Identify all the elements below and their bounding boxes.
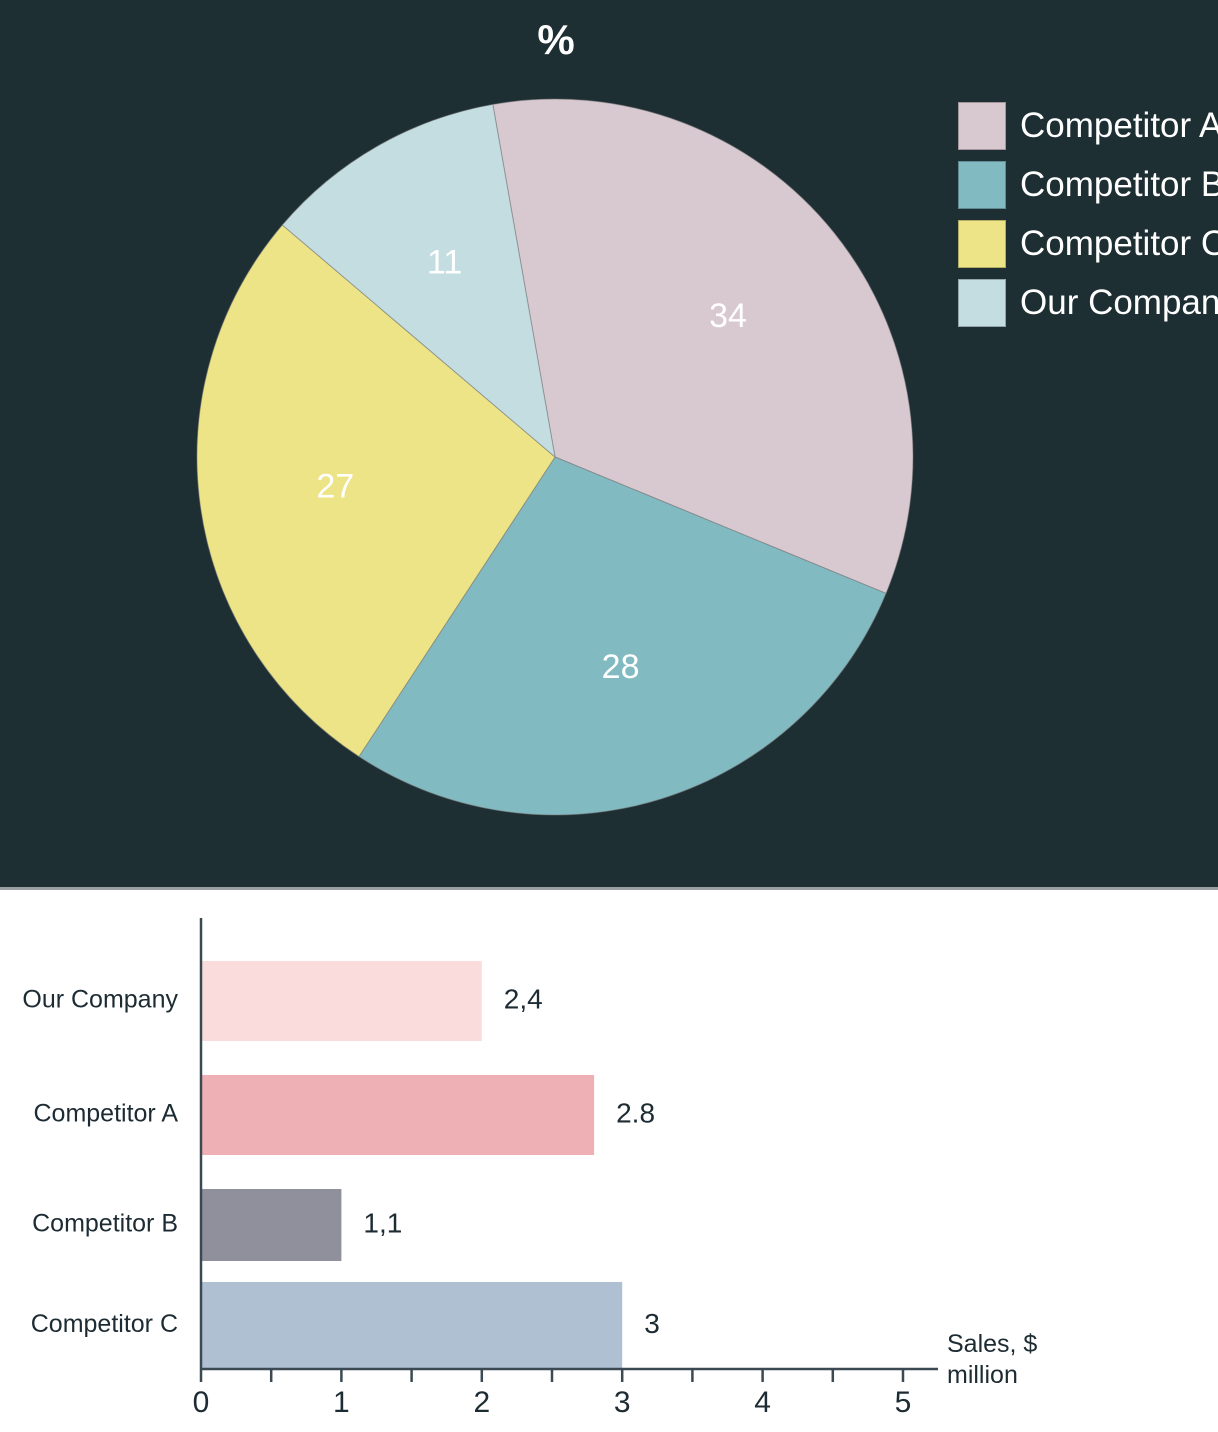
- bar-value-label: 2.8: [616, 1097, 655, 1128]
- pie-slice-value-label: 34: [709, 297, 747, 335]
- pie-slice-value-label: 27: [316, 468, 354, 506]
- legend-swatch-icon: [958, 160, 1006, 209]
- x-axis-tick-label: 1: [333, 1386, 350, 1419]
- pie-slice-value-label: 28: [602, 648, 640, 686]
- legend-swatch-icon: [958, 219, 1006, 268]
- pie-chart-title: %: [537, 16, 575, 63]
- x-axis-title-line1: Sales, $: [947, 1330, 1037, 1358]
- legend-item[interactable]: Competitor B: [958, 155, 1218, 214]
- x-axis-tick-label: 0: [193, 1386, 210, 1419]
- pie-chart-graphic: 34 28 27 11: [196, 98, 914, 816]
- pie-chart-legend: Competitor A Competitor B Competitor C Our …: [958, 96, 1218, 332]
- legend-swatch-icon: [958, 278, 1006, 327]
- legend-item-label: Competitor B: [1020, 165, 1218, 204]
- legend-item[interactable]: Our Company: [958, 273, 1218, 332]
- legend-item-label: Competitor C: [1020, 224, 1218, 263]
- x-axis-title-line2: million: [947, 1361, 1018, 1389]
- bar-tick-labels: 0 1 2 3 4 5: [193, 1386, 912, 1419]
- x-axis-tick-label: 5: [895, 1386, 912, 1419]
- legend-item[interactable]: Competitor A: [958, 96, 1218, 155]
- bar-chart-graphic: Our Company Competitor A Competitor B Compe…: [22, 918, 1037, 1419]
- x-axis-tick-label: 2: [473, 1386, 490, 1419]
- bar-category-label: Our Company: [22, 986, 178, 1014]
- bar-rect: [201, 1189, 342, 1261]
- x-axis-tick-label: 4: [754, 1386, 771, 1419]
- bar-category-label: Competitor A: [33, 1100, 178, 1128]
- bar-category-labels: Our Company Competitor A Competitor B Compe…: [22, 986, 178, 1339]
- pie-slices-group: [196, 98, 914, 816]
- bar-rects-group: [201, 961, 623, 1369]
- bar-category-label: Competitor B: [32, 1210, 178, 1238]
- legend-item-label: Competitor A: [1020, 106, 1218, 145]
- bar-rect: [201, 1075, 595, 1155]
- pie-slice-value-label: 11: [427, 243, 462, 281]
- bar-value-label: 3: [644, 1308, 660, 1339]
- pie-chart-panel: % 34 28 27 11 Competitor A Competitor B Compe…: [0, 0, 1218, 890]
- x-axis-tick-label: 3: [614, 1386, 631, 1419]
- legend-swatch-icon: [958, 101, 1006, 150]
- bar-chart-panel: Our Company Competitor A Competitor B Compe…: [0, 893, 1218, 1432]
- legend-item-label: Our Company: [1020, 283, 1218, 322]
- bar-axis-title: Sales, $ million: [947, 1330, 1037, 1389]
- bar-rect: [201, 1282, 623, 1369]
- bar-value-label: 2,4: [504, 983, 543, 1014]
- bar-category-label: Competitor C: [31, 1310, 178, 1338]
- legend-item[interactable]: Competitor C: [958, 214, 1218, 273]
- bar-value-label: 1,1: [363, 1207, 402, 1238]
- bar-rect: [201, 961, 482, 1041]
